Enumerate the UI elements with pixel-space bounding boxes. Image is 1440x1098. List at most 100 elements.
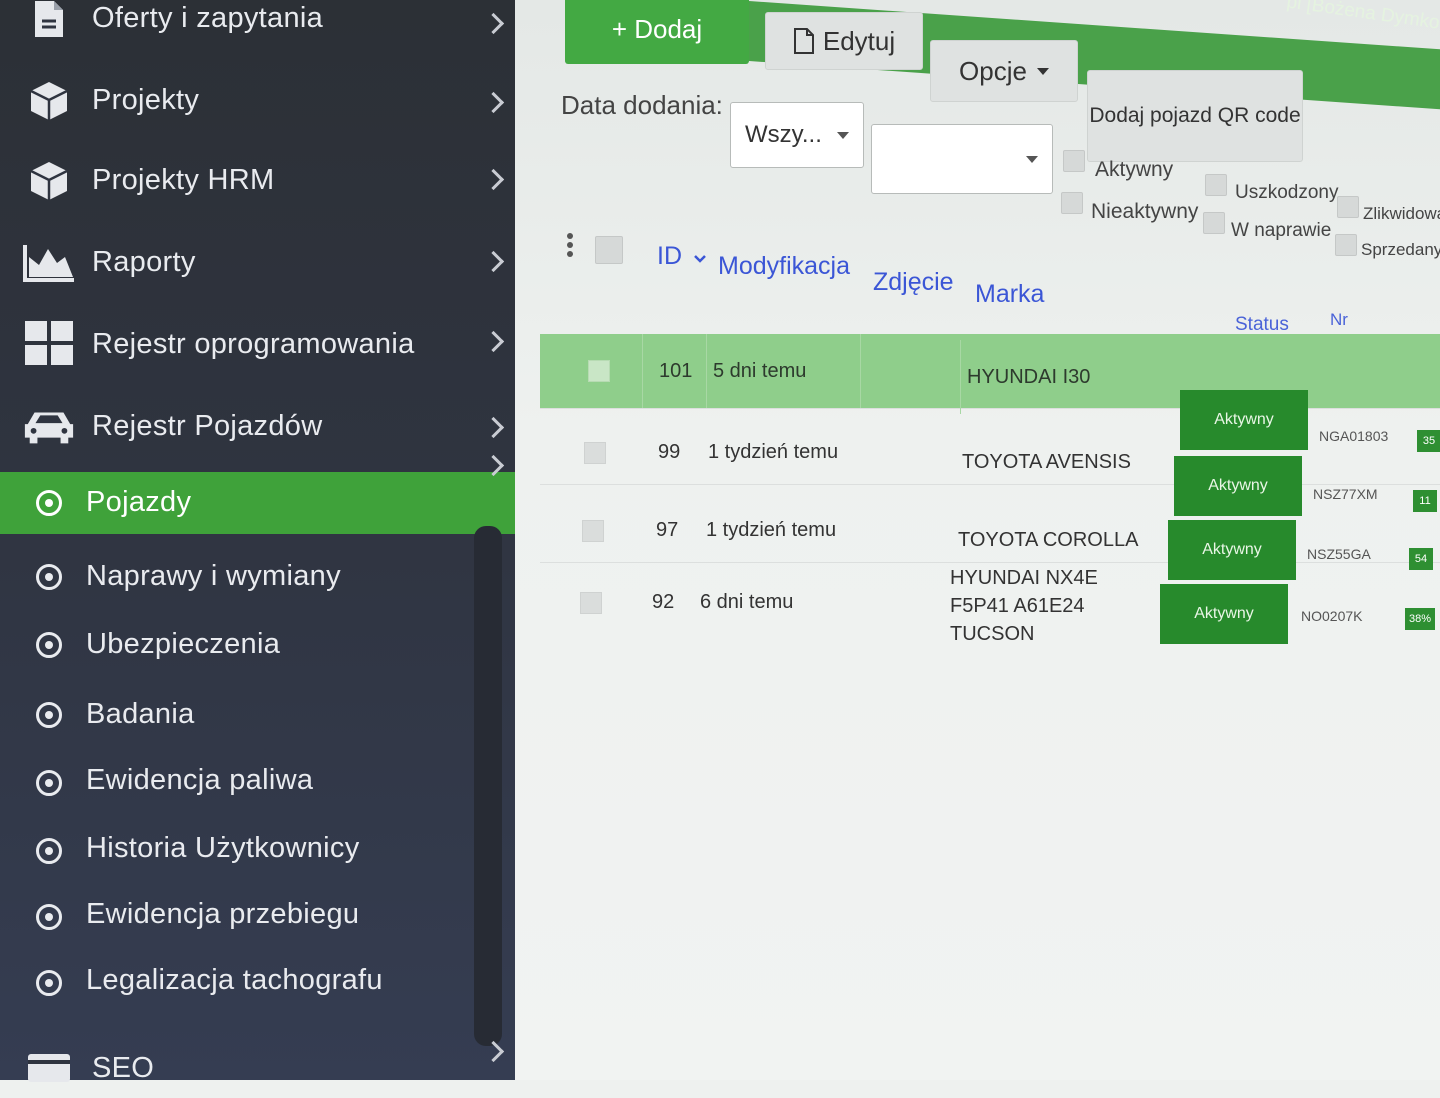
- sidebar-item-label: Ubezpieczenia: [86, 628, 281, 660]
- active-checkbox[interactable]: [1063, 150, 1085, 172]
- column-header-brand[interactable]: Marka: [975, 280, 1044, 309]
- liquidated-checkbox-label: Zlikwidowa: [1363, 204, 1440, 223]
- sidebar-item-ewidencja-paliwa[interactable]: Ewidencja paliwa: [0, 752, 515, 814]
- row-modified: 1 tydzień temu: [706, 518, 837, 541]
- sidebar-item-label: Pojazdy: [86, 486, 192, 518]
- row-registration: NO0207K: [1301, 608, 1363, 624]
- options-dropdown-button[interactable]: Opcje: [930, 40, 1078, 102]
- sidebar-item-raporty[interactable]: Raporty: [0, 232, 515, 294]
- edit-button-label: Edytuj: [822, 25, 896, 56]
- chevron-right-icon: [482, 416, 505, 439]
- table-row[interactable]: 101 5 dni temu HYUNDAI I30 Aktywny: [540, 334, 1440, 450]
- sidebar-item-ubezpieczenia[interactable]: Ubezpieczenia: [0, 614, 515, 676]
- edit-button[interactable]: Edytuj: [765, 12, 923, 70]
- row-registration: NGA01803: [1319, 428, 1389, 444]
- caret-down-icon: [837, 131, 849, 139]
- row-checkbox[interactable]: [580, 592, 602, 614]
- document-icon: [22, 0, 76, 41]
- select-all-checkbox[interactable]: [595, 236, 623, 264]
- row-modified: 6 dni temu: [700, 590, 794, 613]
- sold-checkbox[interactable]: [1335, 234, 1357, 256]
- chevron-right-icon: [482, 168, 505, 191]
- sidebar-item-label: Projekty HRM: [92, 164, 275, 196]
- sidebar-item-badania[interactable]: Badania: [0, 684, 515, 746]
- cube-icon: [22, 159, 76, 203]
- inactive-checkbox-label: Nieaktywny: [1091, 200, 1199, 223]
- card-icon: [22, 1045, 76, 1089]
- date-added-select[interactable]: Wszy...: [730, 102, 864, 168]
- column-header-status[interactable]: Status: [1235, 314, 1289, 336]
- options-button-label: Opcje: [959, 55, 1027, 86]
- caret-down-icon: [1036, 67, 1049, 75]
- sidebar-item-label: Oferty i zapytania: [92, 2, 324, 34]
- sidebar-item-label: Naprawy i wymiany: [86, 560, 341, 592]
- chevron-right-icon: [482, 1040, 505, 1063]
- add-vehicle-qr-button[interactable]: Dodaj pojazd QR code: [1087, 70, 1303, 162]
- sidebar-item-label: Rejestr Pojazdów: [92, 410, 323, 442]
- sort-desc-icon: [694, 255, 706, 263]
- cube-icon: [22, 79, 76, 123]
- chevron-right-icon: [482, 330, 505, 353]
- column-header-modified[interactable]: Modyfikacja: [718, 252, 850, 281]
- sidebar-item-pojazdy[interactable]: Pojazdy: [0, 454, 515, 534]
- row-registration: NSZ55GA: [1307, 546, 1371, 562]
- column-header-photo[interactable]: Zdjęcie: [873, 268, 954, 297]
- row-registration: NSZ77XM: [1313, 486, 1378, 502]
- dot-circle-icon: [22, 961, 76, 1005]
- liquidated-checkbox[interactable]: [1337, 196, 1359, 218]
- sidebar-item-legalizacja-tachografu[interactable]: Legalizacja tachografu: [0, 952, 515, 1014]
- inactive-checkbox[interactable]: [1061, 192, 1083, 214]
- dot-circle-icon: [22, 895, 76, 939]
- chevron-right-icon: [482, 454, 505, 477]
- column-header-reg-line1[interactable]: Nr: [1330, 310, 1348, 330]
- file-icon: [793, 28, 814, 54]
- sidebar-item-label: SEO: [92, 1052, 155, 1084]
- sidebar-item-historia-uzytkownicy[interactable]: Historia Użytkownicy: [0, 820, 515, 882]
- sidebar-item-oferty[interactable]: Oferty i zapytania: [0, 0, 515, 50]
- sidebar-item-label: Raporty: [92, 246, 196, 278]
- sidebar-item-projekty-hrm[interactable]: Projekty HRM: [0, 150, 515, 212]
- row-checkbox[interactable]: [582, 520, 604, 542]
- row-checkbox[interactable]: [584, 442, 606, 464]
- sold-checkbox-label: Sprzedany: [1361, 240, 1440, 259]
- row-id: 101: [642, 334, 692, 408]
- row-id: 92: [652, 590, 675, 613]
- sidebar: Oferty i zapytania Projekty Projekty HRM…: [0, 0, 515, 1084]
- chevron-right-icon: [482, 250, 505, 273]
- dot-circle-icon: [22, 623, 76, 667]
- sidebar-item-rejestr-pojazdow[interactable]: Rejestr Pojazdów: [0, 396, 515, 458]
- sidebar-item-label: Rejestr oprogramowania: [92, 328, 415, 360]
- damaged-checkbox[interactable]: [1205, 174, 1227, 196]
- dot-circle-icon: [22, 555, 76, 599]
- area-chart-icon: [22, 241, 76, 285]
- column-header-id-label: ID: [657, 242, 682, 270]
- chevron-right-icon: [482, 12, 505, 35]
- status-badge: Aktywny: [1160, 584, 1288, 644]
- sidebar-item-naprawy[interactable]: Naprawy i wymiany: [0, 546, 515, 608]
- secondary-filter-select[interactable]: [871, 124, 1053, 194]
- sidebar-item-seo[interactable]: SEO: [0, 1036, 515, 1098]
- sidebar-item-projekty[interactable]: Projekty: [0, 70, 515, 132]
- table-row[interactable]: 99 1 tydzień temu TOYOTA AVENSIS Aktywny: [540, 420, 1440, 516]
- dot-circle-icon: [22, 761, 76, 805]
- dot-circle-icon: [22, 693, 76, 737]
- row-modified: 1 tydzień temu: [708, 440, 839, 463]
- chevron-right-icon: [482, 91, 505, 114]
- date-added-select-value: Wszy...: [745, 121, 822, 148]
- car-icon: [22, 405, 76, 449]
- table-row[interactable]: 97 1 tydzień temu TOYOTA COROLLA Aktywny: [540, 498, 1440, 580]
- in-repair-checkbox[interactable]: [1203, 212, 1225, 234]
- row-checkbox[interactable]: [588, 360, 610, 382]
- user-name[interactable]: pl [Bożena Dymko: [1285, 0, 1440, 35]
- column-header-id[interactable]: ID: [657, 242, 707, 271]
- sidebar-item-label: Badania: [86, 698, 195, 730]
- sidebar-item-label: Projekty: [92, 84, 200, 116]
- sidebar-item-ewidencja-przebiegu[interactable]: Ewidencja przebiegu: [0, 886, 515, 948]
- more-options-icon[interactable]: [567, 242, 573, 248]
- in-repair-checkbox-label: W naprawie: [1231, 220, 1332, 241]
- row-brand: HYUNDAI NX4E F5P41 A61E24 TUCSON: [950, 567, 1098, 645]
- row-percent-badge: 38%: [1405, 608, 1435, 630]
- sidebar-item-rejestr-oprogramowania[interactable]: Rejestr oprogramowania: [0, 312, 515, 374]
- date-added-label: Data dodania:: [561, 90, 723, 120]
- add-button[interactable]: + Dodaj: [565, 0, 749, 64]
